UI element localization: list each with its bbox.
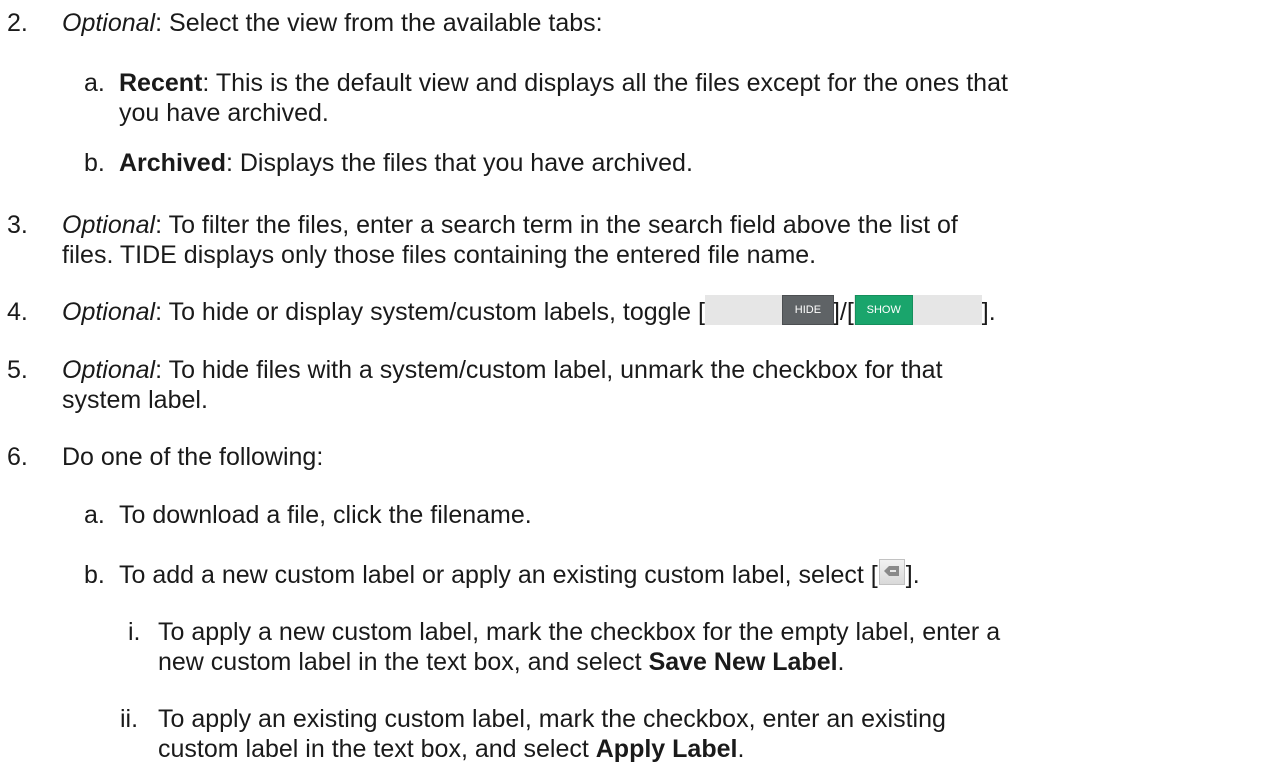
step-6b-i-cont: new custom label in the text box, and se…: [158, 648, 845, 676]
substep-letter: a.: [84, 501, 105, 529]
step-number: 2.: [7, 9, 28, 37]
show-button[interactable]: SHOW: [854, 295, 913, 326]
step-number: 3.: [7, 211, 28, 239]
label-button[interactable]: [878, 559, 905, 586]
step-text: Optional: To filter the files, enter a s…: [62, 211, 958, 239]
step-text: Optional: To hide files with a system/cu…: [62, 356, 943, 384]
step-text: Do one of the following:: [62, 443, 324, 471]
step-text: Optional: To hide or display system/cust…: [62, 295, 996, 328]
step-5-cont: system label.: [62, 386, 208, 414]
substep-text: To apply an existing custom label, mark …: [158, 705, 946, 733]
substep-roman: i.: [128, 618, 141, 646]
step-number: 5.: [7, 356, 28, 384]
hide-button[interactable]: HIDE: [781, 295, 834, 326]
substep-text: To add a new custom label or apply an ex…: [119, 559, 920, 589]
show-toggle[interactable]: SHOW: [853, 295, 982, 326]
step-3-cont: files. TIDE displays only those files co…: [62, 241, 817, 269]
step-6b-ii-cont: custom label in the text box, and select…: [158, 735, 745, 763]
step-2a-cont: you have archived.: [119, 99, 329, 127]
substep-text: To download a file, click the filename.: [119, 501, 532, 529]
tag-icon: [883, 566, 899, 577]
substep-letter: b.: [84, 561, 105, 589]
step-text: Optional: Select the view from the avail…: [62, 9, 603, 37]
substep-text: Archived: Displays the files that you ha…: [119, 149, 693, 177]
step-number: 4.: [7, 298, 28, 326]
substep-text: To apply a new custom label, mark the ch…: [158, 618, 1001, 646]
substep-letter: b.: [84, 149, 105, 177]
substep-text: Recent: This is the default view and dis…: [119, 69, 1008, 97]
step-number: 6.: [7, 443, 28, 471]
hide-toggle[interactable]: HIDE: [704, 295, 834, 326]
substep-letter: a.: [84, 69, 105, 97]
substep-roman: ii.: [120, 705, 139, 733]
